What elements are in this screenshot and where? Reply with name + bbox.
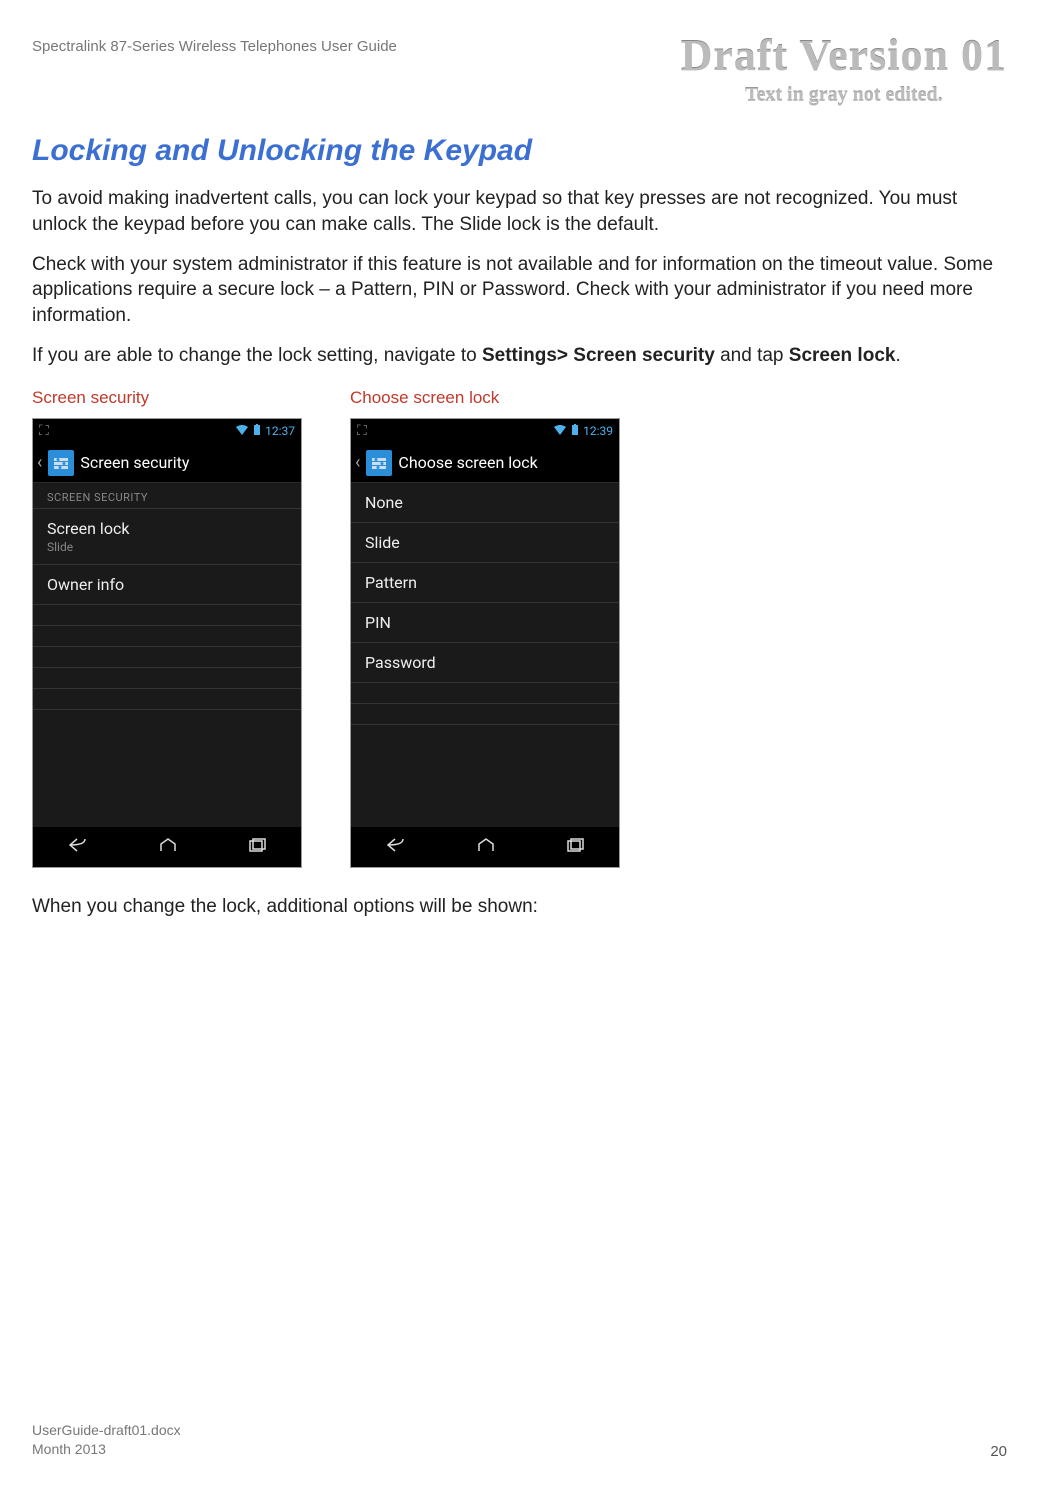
status-time: 12:39	[583, 424, 613, 438]
phone-screenshot-security: ⛶ 12:37 ‹ Screen security SCREEN SECURIT…	[32, 418, 302, 868]
list-item-title: PIN	[365, 613, 605, 632]
footer-page-number: 20	[990, 1443, 1007, 1460]
p3-part-a: If you are able to change the lock setti…	[32, 345, 482, 366]
p3-bold-1: Settings> Screen security	[482, 345, 715, 366]
battery-icon	[253, 424, 261, 439]
list-item-none[interactable]: None	[351, 483, 619, 523]
list-item-title: Pattern	[365, 573, 605, 592]
list-section-header: SCREEN SECURITY	[33, 483, 301, 509]
watermark: Draft Version 01 Text in gray not edited…	[681, 32, 1007, 106]
lock-options-list: None Slide Pattern PIN Password	[351, 483, 619, 827]
titlebar[interactable]: ‹ Screen security	[33, 443, 301, 483]
settings-list: SCREEN SECURITY Screen lock Slide Owner …	[33, 483, 301, 827]
settings-icon	[48, 450, 74, 476]
titlebar[interactable]: ‹ Choose screen lock	[351, 443, 619, 483]
list-item-empty	[33, 626, 301, 647]
paragraph-3: If you are able to change the lock setti…	[32, 343, 1007, 369]
p3-part-e: .	[895, 345, 900, 366]
watermark-subtitle: Text in gray not edited.	[681, 84, 1007, 106]
list-item-pattern[interactable]: Pattern	[351, 563, 619, 603]
section-heading: Locking and Unlocking the Keypad	[32, 134, 1007, 168]
wifi-icon	[553, 424, 567, 439]
nav-back-icon[interactable]	[385, 837, 407, 858]
list-item-password[interactable]: Password	[351, 643, 619, 683]
footer-date: Month 2013	[32, 1440, 181, 1460]
paragraph-4: When you change the lock, additional opt…	[32, 894, 1007, 920]
nav-home-icon[interactable]	[476, 837, 496, 858]
caption-screen-security: Screen security	[32, 388, 302, 408]
doc-header-title: Spectralink 87-Series Wireless Telephone…	[32, 32, 397, 55]
list-item-title: Owner info	[47, 575, 287, 594]
paragraph-1: To avoid making inadvertent calls, you c…	[32, 186, 1007, 237]
settings-icon	[366, 450, 392, 476]
paragraph-2: Check with your system administrator if …	[32, 252, 1007, 329]
p3-part-c: and tap	[715, 345, 789, 366]
back-icon[interactable]: ‹	[37, 452, 42, 473]
list-item-title: Screen lock	[47, 519, 287, 538]
list-item-screen-lock[interactable]: Screen lock Slide	[33, 509, 301, 565]
list-item-empty	[351, 704, 619, 725]
nav-bar	[33, 827, 301, 867]
status-bar: ⛶ 12:37	[33, 419, 301, 443]
nav-home-icon[interactable]	[158, 837, 178, 858]
list-item-pin[interactable]: PIN	[351, 603, 619, 643]
list-item-empty	[33, 668, 301, 689]
list-item-title: Password	[365, 653, 605, 672]
footer-filename: UserGuide-draft01.docx	[32, 1421, 181, 1441]
titlebar-text: Choose screen lock	[398, 453, 537, 472]
nav-recent-icon[interactable]	[565, 837, 585, 858]
list-item-owner-info[interactable]: Owner info	[33, 565, 301, 605]
notification-icon: ⛶	[39, 423, 49, 439]
back-icon[interactable]: ‹	[355, 452, 360, 473]
status-bar: ⛶ 12:39	[351, 419, 619, 443]
list-item-empty	[33, 689, 301, 710]
list-item-empty	[33, 647, 301, 668]
list-item-empty	[33, 605, 301, 626]
nav-bar	[351, 827, 619, 867]
p3-bold-2: Screen lock	[789, 345, 896, 366]
page-footer: UserGuide-draft01.docx Month 2013 20	[32, 1421, 1007, 1460]
nav-back-icon[interactable]	[67, 837, 89, 858]
phone-screenshot-choose-lock: ⛶ 12:39 ‹ Choose screen lock None	[350, 418, 620, 868]
list-item-slide[interactable]: Slide	[351, 523, 619, 563]
notification-icon: ⛶	[357, 423, 367, 439]
titlebar-text: Screen security	[80, 453, 189, 472]
status-time: 12:37	[265, 424, 295, 438]
list-item-title: None	[365, 493, 605, 512]
watermark-title: Draft Version 01	[681, 32, 1007, 80]
wifi-icon	[235, 424, 249, 439]
caption-choose-screen-lock: Choose screen lock	[350, 388, 620, 408]
list-item-title: Slide	[365, 533, 605, 552]
battery-icon	[571, 424, 579, 439]
list-item-empty	[351, 683, 619, 704]
nav-recent-icon[interactable]	[247, 837, 267, 858]
list-item-sub: Slide	[47, 540, 287, 554]
